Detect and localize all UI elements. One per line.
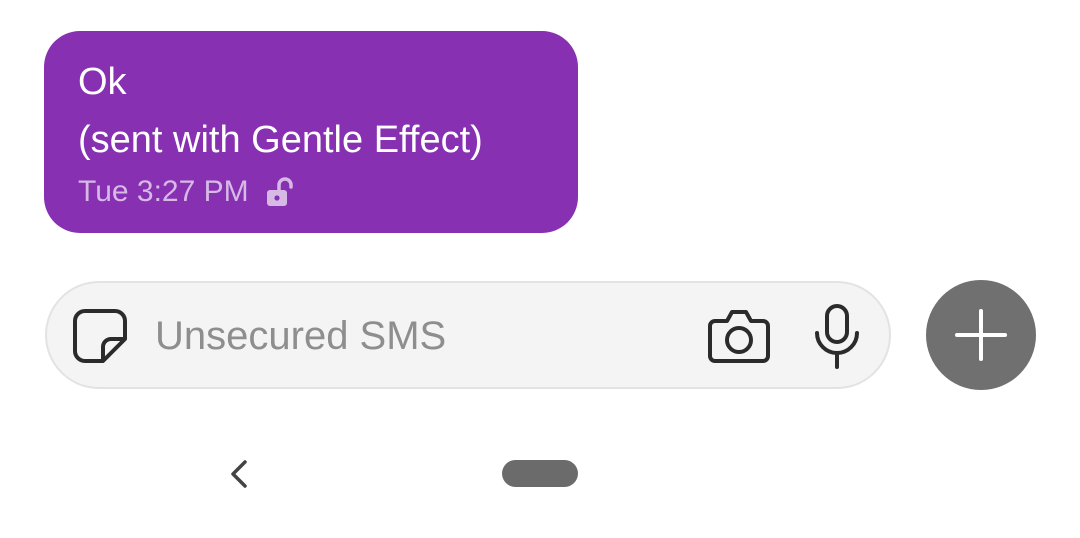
unlocked-lock-icon (266, 177, 293, 206)
add-attachment-button[interactable] (926, 280, 1036, 390)
camera-icon[interactable] (707, 307, 771, 365)
home-pill[interactable] (502, 460, 578, 487)
plus-icon (955, 309, 1007, 361)
compose-bar (45, 281, 891, 389)
message-text: Ok (sent with Gentle Effect) (78, 61, 483, 161)
outgoing-message-bubble[interactable]: Ok (sent with Gentle Effect) Tue 3:27 PM (44, 31, 578, 233)
message-input[interactable] (155, 308, 675, 364)
back-chevron-icon[interactable] (222, 454, 256, 494)
message-meta: Tue 3:27 PM (78, 175, 293, 209)
sticker-icon[interactable] (71, 307, 129, 365)
message-timestamp: Tue 3:27 PM (78, 175, 249, 208)
conversation-screen: Ok (sent with Gentle Effect) Tue 3:27 PM (0, 0, 1080, 538)
microphone-icon[interactable] (811, 303, 863, 369)
